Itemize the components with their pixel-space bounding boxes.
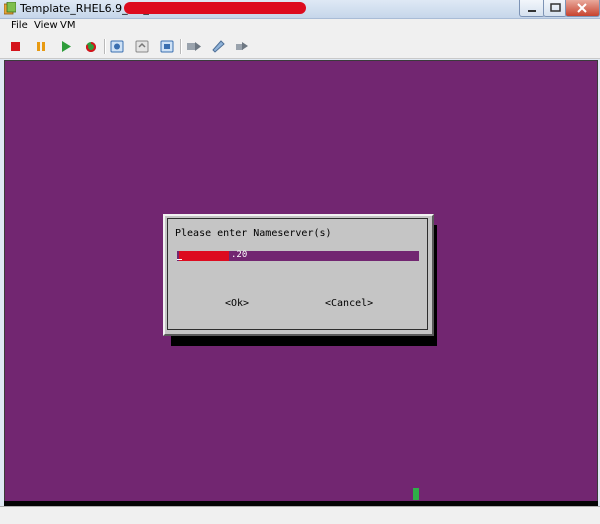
cancel-button[interactable]: <Cancel>	[325, 298, 373, 309]
revert-snapshot-icon	[135, 40, 149, 53]
nameserver-value: .20	[231, 250, 248, 260]
minimize-icon	[528, 10, 536, 12]
snapshot-button[interactable]	[109, 38, 125, 54]
minimize-button[interactable]	[519, 0, 545, 17]
redacted-title-region	[124, 2, 306, 14]
maximize-icon	[550, 3, 561, 12]
vm-app-icon	[4, 2, 16, 15]
revert-snapshot-button[interactable]	[134, 38, 150, 54]
close-icon	[577, 3, 587, 13]
redacted-ip-region	[179, 251, 229, 261]
ok-button[interactable]: <Ok>	[225, 298, 249, 309]
menu-view[interactable]: View	[34, 20, 58, 31]
snapshot-manager-icon	[160, 40, 174, 53]
toolbar-separator	[104, 39, 106, 54]
toolbar-separator	[180, 39, 182, 54]
play-button[interactable]	[58, 38, 74, 54]
nameserver-input[interactable]: .20	[177, 250, 419, 261]
toolbar	[0, 34, 600, 59]
menu-bar: File View VM	[0, 19, 600, 34]
reset-button[interactable]	[83, 38, 99, 54]
edit-settings-button[interactable]	[210, 38, 226, 54]
reset-icon	[85, 42, 96, 52]
menu-vm[interactable]: VM	[60, 20, 75, 31]
pause-button[interactable]	[33, 38, 49, 54]
nameserver-dialog: Please enter Nameserver(s) .20 <Ok> <Can…	[163, 214, 434, 336]
input-cursor	[177, 259, 182, 260]
close-button[interactable]	[565, 0, 600, 17]
stop-button[interactable]	[8, 38, 24, 54]
snapshot-manager-button[interactable]	[159, 38, 175, 54]
maximize-button[interactable]	[543, 0, 567, 17]
send-ctrl-alt-del-button[interactable]	[186, 38, 202, 54]
window-titlebar[interactable]: Template_RHEL6.9_OS_x64	[0, 0, 600, 19]
edit-settings-icon	[212, 40, 225, 53]
pause-icon	[37, 42, 45, 51]
snapshot-icon	[110, 40, 124, 53]
connect-devices-icon	[236, 42, 248, 50]
send-ctrl-alt-del-icon	[187, 42, 201, 51]
connect-devices-button[interactable]	[234, 38, 250, 54]
dialog-prompt: Please enter Nameserver(s)	[175, 228, 332, 239]
menu-file[interactable]: File	[11, 20, 28, 31]
activity-indicator	[413, 488, 419, 500]
status-bar	[0, 506, 600, 524]
play-icon	[62, 41, 71, 52]
stop-icon	[11, 42, 20, 51]
